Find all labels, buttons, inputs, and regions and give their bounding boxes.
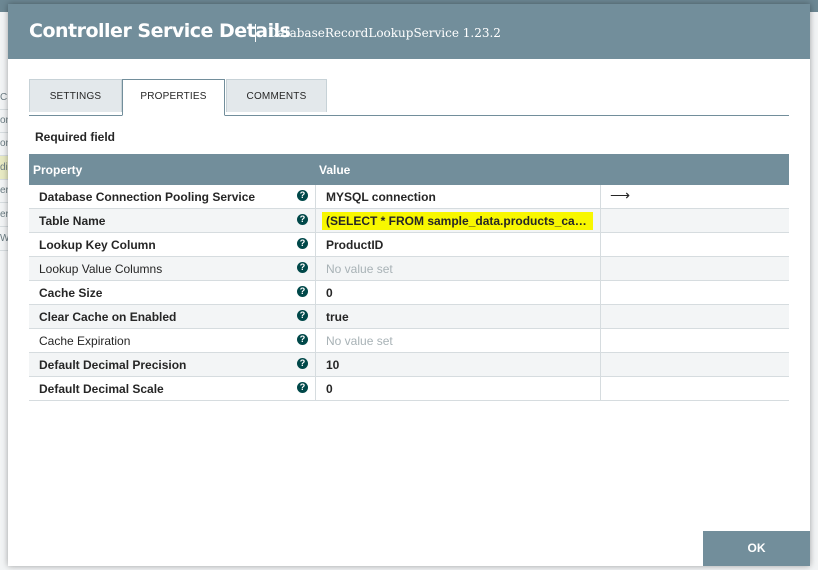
table-row[interactable]: Table Name? (SELECT * FROM sample_data.pr… — [29, 209, 789, 233]
help-icon[interactable]: ? — [297, 286, 308, 297]
table-row[interactable]: Clear Cache on Enabled? true — [29, 305, 789, 329]
tab-bar: SETTINGS PROPERTIES COMMENTS — [29, 79, 789, 116]
column-divider — [315, 329, 316, 352]
column-divider — [315, 209, 316, 232]
help-icon[interactable]: ? — [297, 382, 308, 393]
column-divider — [600, 185, 601, 208]
table-row[interactable]: Default Decimal Scale? 0 — [29, 377, 789, 401]
property-value[interactable]: true — [326, 310, 349, 324]
ok-button[interactable]: OK — [703, 531, 810, 566]
tab-comments[interactable]: COMMENTS — [226, 79, 327, 112]
column-divider — [315, 377, 316, 400]
help-icon[interactable]: ? — [297, 262, 308, 273]
column-divider — [315, 233, 316, 256]
controller-service-dialog: Controller Service Details DatabaseRecor… — [8, 4, 810, 566]
required-field-label: Required field — [35, 130, 116, 144]
header-property: Property — [33, 163, 83, 177]
property-value[interactable]: 0 — [326, 382, 333, 396]
column-divider — [600, 257, 601, 280]
property-name: Clear Cache on Enabled — [39, 310, 177, 324]
column-divider — [600, 209, 601, 232]
tab-properties[interactable]: PROPERTIES — [122, 79, 225, 116]
table-row[interactable]: Cache Size? 0 — [29, 281, 789, 305]
help-icon[interactable]: ? — [297, 190, 308, 201]
property-value[interactable]: 10 — [326, 358, 339, 372]
table-row[interactable]: Cache Expiration? No value set — [29, 329, 789, 353]
property-name: Cache Size — [39, 286, 103, 300]
property-name: Table Name — [39, 214, 106, 228]
help-icon[interactable]: ? — [297, 358, 308, 369]
table-row[interactable]: Lookup Value Columns? No value set — [29, 257, 789, 281]
column-divider — [600, 233, 601, 256]
column-divider — [600, 329, 601, 352]
column-divider — [315, 305, 316, 328]
column-divider — [315, 281, 316, 304]
column-divider — [600, 305, 601, 328]
column-divider — [315, 185, 316, 208]
dialog-subtitle: DatabaseRecordLookupService 1.23.2 — [268, 26, 501, 40]
dialog-header: Controller Service Details DatabaseRecor… — [8, 4, 810, 59]
table-row[interactable]: Lookup Key Column? ProductID — [29, 233, 789, 257]
table-row[interactable]: Database Connection Pooling Service? MYSQ… — [29, 185, 789, 209]
table-row[interactable]: Default Decimal Precision? 10 — [29, 353, 789, 377]
property-value[interactable]: 0 — [326, 286, 333, 300]
column-divider — [600, 377, 601, 400]
table-header: Property Value — [29, 154, 789, 185]
properties-table: Property Value Database Connection Pooli… — [29, 154, 789, 401]
property-name: Cache Expiration — [39, 334, 131, 348]
tab-settings[interactable]: SETTINGS — [29, 79, 122, 112]
dialog-title: Controller Service Details — [29, 20, 291, 42]
property-name: Default Decimal Precision — [39, 358, 187, 372]
property-name: Default Decimal Scale — [39, 382, 164, 396]
title-separator — [255, 24, 256, 42]
arrow-right-icon[interactable]: ⟶ — [610, 187, 630, 204]
header-value: Value — [319, 163, 351, 177]
property-value[interactable]: (SELECT * FROM sample_data.products_cata… — [322, 212, 593, 230]
table-body: Database Connection Pooling Service? MYSQ… — [29, 185, 789, 401]
column-divider — [315, 257, 316, 280]
property-value[interactable]: MYSQL connection — [326, 190, 436, 204]
property-value[interactable]: ProductID — [326, 238, 383, 252]
column-divider — [600, 281, 601, 304]
help-icon[interactable]: ? — [297, 238, 308, 249]
property-value[interactable]: No value set — [326, 334, 393, 348]
help-icon[interactable]: ? — [297, 214, 308, 225]
property-name: Lookup Value Columns — [39, 262, 163, 276]
property-name: Lookup Key Column — [39, 238, 156, 252]
column-divider — [315, 353, 316, 376]
help-icon[interactable]: ? — [297, 334, 308, 345]
column-divider — [600, 353, 601, 376]
help-icon[interactable]: ? — [297, 310, 308, 321]
property-name: Database Connection Pooling Service — [39, 190, 256, 204]
property-value[interactable]: No value set — [326, 262, 393, 276]
